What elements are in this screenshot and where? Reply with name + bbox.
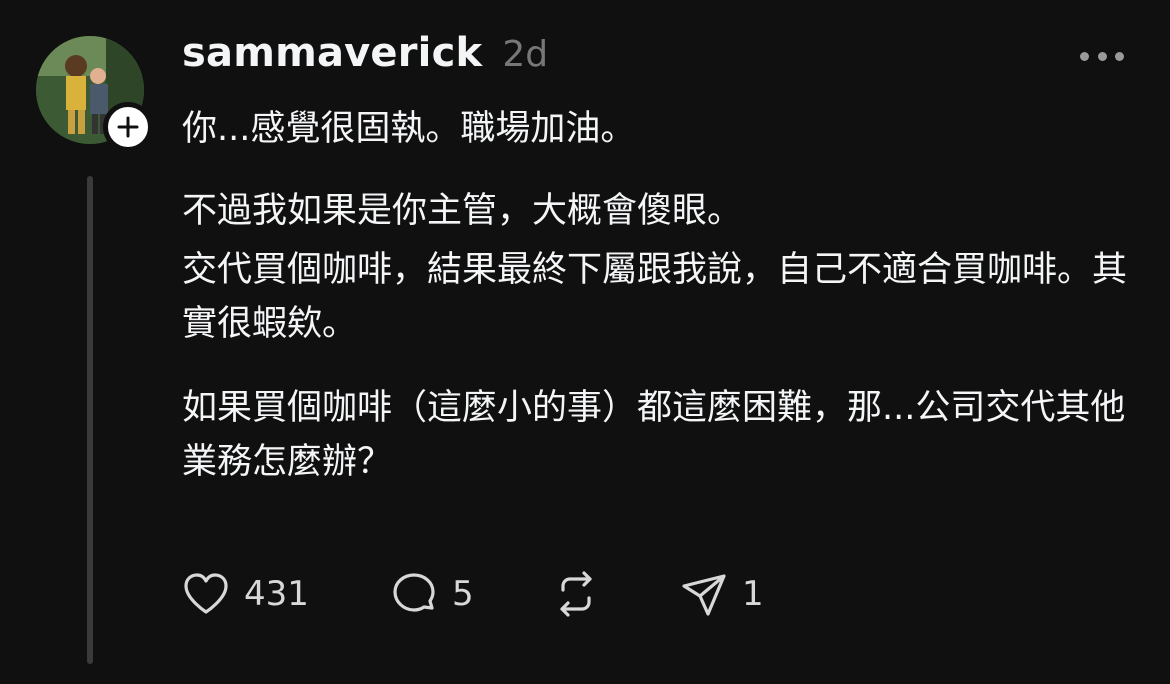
action-bar: 431 5 1: [180, 566, 764, 622]
reply-count: 5: [452, 574, 474, 614]
more-options-button[interactable]: [1080, 44, 1124, 68]
repost-icon: [560, 571, 592, 617]
post-paragraph: 交代買個咖啡，結果最終下屬跟我說，自己不適合買咖啡。其實很蝦欸。: [182, 249, 1128, 344]
share-button[interactable]: 1: [678, 568, 764, 620]
comment-icon: [393, 573, 435, 612]
timestamp[interactable]: 2d: [502, 34, 548, 75]
like-button[interactable]: 431: [180, 568, 388, 620]
heart-icon: [184, 573, 228, 614]
plus-icon: [117, 116, 139, 138]
more-horizontal-icon: [1080, 51, 1089, 61]
repost-button[interactable]: [550, 568, 678, 620]
follow-button[interactable]: [103, 102, 153, 152]
post-body: 你...感覺很固執。職場加油。 不過我如果是你主管，大概會傻眼。 交代買個咖啡，…: [182, 102, 1142, 490]
reply-button[interactable]: 5: [388, 568, 550, 620]
post-header: sammaverick 2d: [182, 30, 548, 86]
post-paragraph: 不過我如果是你主管，大概會傻眼。: [182, 191, 743, 232]
thread-line: [87, 176, 93, 664]
username[interactable]: sammaverick: [182, 30, 482, 76]
share-count: 1: [742, 574, 764, 614]
post-paragraph: 如果買個咖啡（這麼小的事）都這麼困難，那...公司交代其他業務怎麼辦？: [182, 388, 1126, 483]
post-paragraph: 你...感覺很固執。職場加油。: [182, 109, 636, 149]
send-icon: [682, 574, 726, 616]
like-count: 431: [244, 574, 309, 614]
